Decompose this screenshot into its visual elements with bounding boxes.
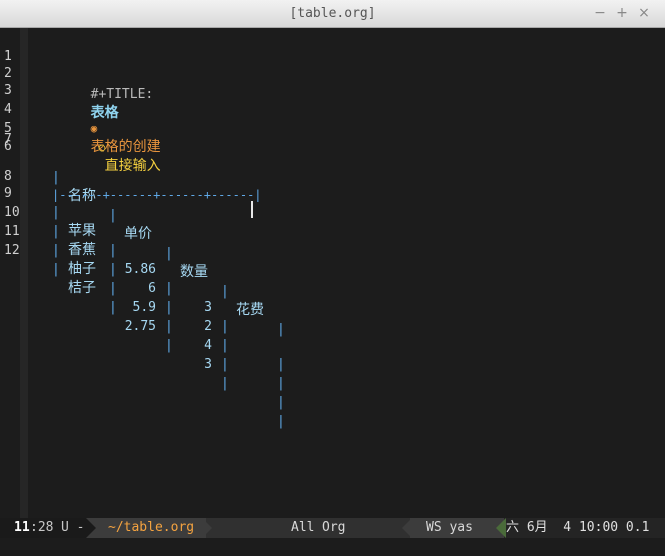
emacs-window: [table.org] − + × 1 #+TITLE: 表格 2 3 ◉ 表格… <box>0 0 665 556</box>
modeline-separator-icon <box>496 518 506 538</box>
table-cell[interactable]: 6 <box>116 279 156 298</box>
mode-line[interactable]: 11 :28 U - ~/table.org All Org WS yas 六 … <box>0 518 665 538</box>
modeline-position: All <box>291 520 315 535</box>
window-title: [table.org] <box>289 6 376 21</box>
table-header-cell[interactable]: 花费 <box>236 301 264 320</box>
table-cell[interactable]: 5.86 <box>116 260 156 279</box>
table-header-cell[interactable]: 数量 <box>180 263 208 282</box>
buffer-line: 3 ◉ 表格的创建 <box>0 62 665 155</box>
modeline-datetime: 六 6月 4 10:00 0.1 <box>506 520 650 535</box>
table-cell[interactable]: 3 <box>172 298 212 317</box>
modeline-separator-icon <box>202 518 212 538</box>
table-cell[interactable]: 2 <box>172 317 212 336</box>
table-cell[interactable]: 2.75 <box>116 317 156 336</box>
table-cell[interactable]: 4 <box>172 336 212 355</box>
table-row: 11 | 柚子 | 5.9 | 4 | | <box>4 224 285 410</box>
table-cell[interactable]: 柚子 <box>68 260 96 279</box>
table-row: 12 | 桔子 | 2.75 | 3 | | <box>4 243 285 429</box>
table-cell[interactable]: 香蕉 <box>68 241 96 260</box>
line-number: 12 <box>4 243 20 258</box>
buffer-line: 4 ○ 直接输入 <box>0 81 665 174</box>
modeline-column: :28 <box>30 520 54 535</box>
table-cell[interactable]: 桔子 <box>68 279 96 298</box>
table-header-row: 7 | 名称 | 单价 | 数量 | 花费 | <box>4 132 285 337</box>
editor-buffer[interactable]: 1 #+TITLE: 表格 2 3 ◉ 表格的创建 4 ○ 直接输入 5 6 7… <box>0 28 665 518</box>
title-bar[interactable]: [table.org] − + × <box>0 0 665 28</box>
modeline-encoding: U - <box>61 520 85 535</box>
text-cursor <box>251 201 253 218</box>
modeline-line-number: 11 <box>14 520 30 535</box>
modeline-minor-modes[interactable]: WS yas <box>426 518 473 538</box>
maximize-icon[interactable]: + <box>614 4 630 22</box>
table-cell[interactable]: 5.9 <box>116 298 156 317</box>
minibuffer[interactable] <box>0 538 665 556</box>
buffer-line: 5 <box>0 100 665 136</box>
modeline-major-mode[interactable]: Org <box>322 518 345 538</box>
table-row: 9 | 苹果 | 5.86 | 3 | | <box>4 186 285 372</box>
modeline-separator-icon <box>86 518 96 538</box>
modeline-file-name[interactable]: ~/table.org <box>108 518 194 538</box>
minimize-icon[interactable]: − <box>592 4 608 22</box>
table-row: 10 | 香蕉 | 6 | 2 | | <box>4 205 285 391</box>
table-cell[interactable]: 3 <box>172 355 212 374</box>
modeline-separator-icon <box>402 518 412 538</box>
line-number: 7 <box>4 132 12 147</box>
close-icon[interactable]: × <box>636 4 652 22</box>
